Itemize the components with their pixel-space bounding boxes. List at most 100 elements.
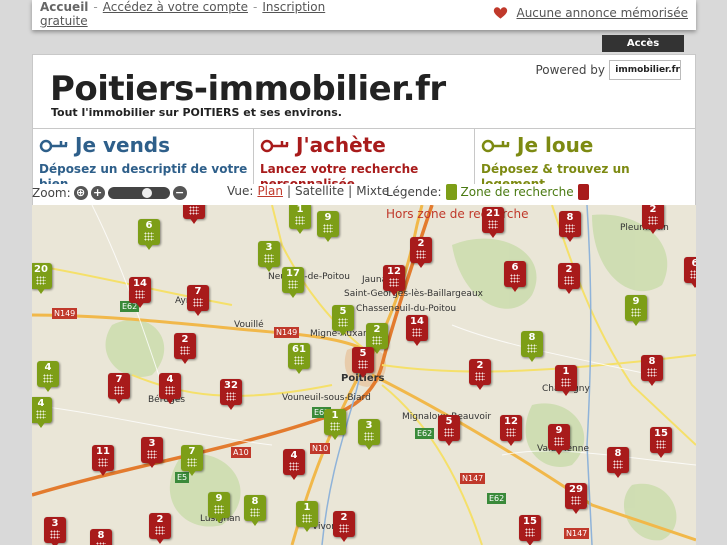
listing-marker[interactable]: 2 — [174, 333, 196, 364]
listing-marker[interactable]: 12 — [500, 415, 522, 446]
listing-marker[interactable]: 6 — [684, 257, 696, 288]
marker-body: 1 — [555, 365, 577, 391]
listing-marker[interactable]: 32 — [220, 379, 242, 410]
marker-body: 8 — [90, 529, 112, 545]
listing-marker[interactable]: 8 — [559, 211, 581, 242]
listing-marker[interactable]: 14 — [129, 277, 151, 308]
marker-body: 8 — [521, 331, 543, 357]
tab-je-vends[interactable]: Je vends Déposez un descriptif de votre … — [33, 129, 254, 184]
listing-marker[interactable]: 20 — [32, 263, 52, 294]
listing-marker[interactable]: 3 — [141, 437, 163, 468]
powered-by-label: Powered by — [535, 63, 605, 77]
listing-marker[interactable]: 8 — [244, 495, 266, 526]
listing-marker[interactable]: 14 — [406, 315, 428, 346]
building-icon — [631, 308, 641, 317]
listing-marker[interactable]: 9 — [548, 424, 570, 455]
listing-marker[interactable]: 9 — [208, 492, 230, 523]
marker-count: 29 — [569, 484, 583, 495]
listing-marker[interactable]: 8 — [90, 529, 112, 545]
listing-marker[interactable]: 15 — [650, 427, 672, 458]
listing-marker[interactable]: 4 — [37, 361, 59, 392]
building-icon — [647, 368, 657, 377]
memorized-link[interactable]: Aucune annonce mémorisée — [516, 6, 688, 20]
listing-marker[interactable]: 3 — [358, 419, 380, 450]
building-icon — [264, 254, 274, 263]
listing-marker[interactable]: 6 — [504, 261, 526, 292]
listing-marker[interactable]: 7 — [181, 445, 203, 476]
listing-marker[interactable]: 8 — [607, 447, 629, 478]
listing-marker[interactable]: 2 — [642, 205, 664, 234]
home-link[interactable]: Accueil — [40, 0, 88, 14]
listing-marker[interactable]: 4 — [32, 397, 52, 428]
listing-marker[interactable]: 11 — [92, 445, 114, 476]
marker-count: 17 — [286, 268, 300, 279]
listing-marker[interactable]: 9 — [625, 295, 647, 326]
tab-j-achete[interactable]: J'achète Lancez votre recherche personna… — [254, 129, 475, 184]
tab-desc: Lancez votre recherche personnalisée — [260, 162, 419, 184]
listing-marker[interactable]: 3 — [258, 241, 280, 272]
listing-marker[interactable]: 29 — [565, 483, 587, 514]
listing-marker[interactable]: 2 — [183, 205, 205, 224]
zoom-slider-knob[interactable] — [141, 188, 152, 198]
separator: - — [252, 0, 258, 14]
building-icon — [613, 460, 623, 469]
road-label: N147 — [564, 528, 590, 539]
listing-marker[interactable]: 1 — [555, 365, 577, 396]
listing-marker[interactable]: 7 — [187, 285, 209, 316]
marker-count: 9 — [215, 493, 223, 504]
listing-marker[interactable]: 2 — [410, 237, 432, 268]
listing-marker[interactable]: 61 — [288, 343, 310, 374]
listing-marker[interactable]: 5 — [332, 305, 354, 336]
map-canvas[interactable]: Hors zone de recherche Neuville-de-Poito… — [32, 205, 696, 545]
legend-zone-in: Zone de recherche — [460, 185, 574, 199]
site-title[interactable]: Poitiers-immobilier.fr — [50, 69, 446, 109]
listing-marker[interactable]: 1 — [289, 205, 311, 234]
listing-marker[interactable]: 2 — [333, 511, 355, 542]
listing-marker[interactable]: 15 — [519, 515, 541, 545]
marker-tip — [193, 309, 203, 316]
listing-marker[interactable]: 1 — [296, 501, 318, 532]
listing-marker[interactable]: 1 — [324, 409, 346, 440]
listing-marker[interactable]: 8 — [641, 355, 663, 386]
marker-body: 2 — [149, 513, 171, 539]
top-bar: Accueil - Accédez à votre compte - Inscripti… — [32, 0, 696, 30]
listing-marker[interactable]: 4 — [283, 449, 305, 480]
listing-marker[interactable]: 7 — [108, 373, 130, 404]
view-plan-link[interactable]: Plan — [257, 184, 283, 198]
building-icon — [690, 270, 696, 279]
listing-marker[interactable]: 2 — [469, 359, 491, 390]
listing-marker[interactable]: 8 — [521, 331, 543, 362]
listing-marker[interactable]: 5 — [352, 347, 374, 378]
heart-icon — [494, 7, 508, 19]
listing-marker[interactable]: 5 — [438, 415, 460, 446]
marker-body: 8 — [244, 495, 266, 521]
marker-count: 11 — [96, 446, 110, 457]
building-icon — [50, 530, 60, 539]
pan-icon[interactable]: ⊕ — [73, 186, 88, 200]
marker-tip — [475, 383, 485, 390]
zoom-in-icon[interactable]: + — [90, 186, 105, 200]
view-separator: | — [348, 184, 353, 198]
agences-button[interactable]: Accès Agences — [602, 35, 684, 66]
view-mixte-link[interactable]: Mixte — [356, 184, 389, 198]
listing-marker[interactable]: 3 — [44, 517, 66, 545]
listing-marker[interactable]: 9 — [317, 211, 339, 242]
listing-marker[interactable]: 12 — [383, 265, 405, 296]
zoom-out-icon[interactable]: − — [172, 186, 187, 200]
listing-marker[interactable]: 6 — [138, 219, 160, 250]
listing-marker[interactable]: 21 — [482, 207, 504, 238]
building-icon — [364, 432, 374, 441]
tab-je-loue[interactable]: Je loue Déposez & trouvez un logement — [475, 129, 695, 184]
view-satellite-link[interactable]: Satellite — [295, 184, 344, 198]
listing-marker[interactable]: 4 — [159, 373, 181, 404]
marker-count: 7 — [188, 446, 196, 457]
building-icon — [147, 450, 157, 459]
listing-marker[interactable]: 2 — [558, 263, 580, 294]
key-icon — [260, 139, 289, 153]
account-link[interactable]: Accédez à votre compte — [103, 0, 248, 14]
place-label: Vouneuil-sous-Biard — [282, 393, 371, 403]
listing-marker[interactable]: 17 — [282, 267, 304, 298]
partner-logo[interactable]: immobilier.fr — [609, 60, 681, 80]
listing-marker[interactable]: 2 — [149, 513, 171, 544]
zoom-slider[interactable] — [107, 187, 170, 199]
